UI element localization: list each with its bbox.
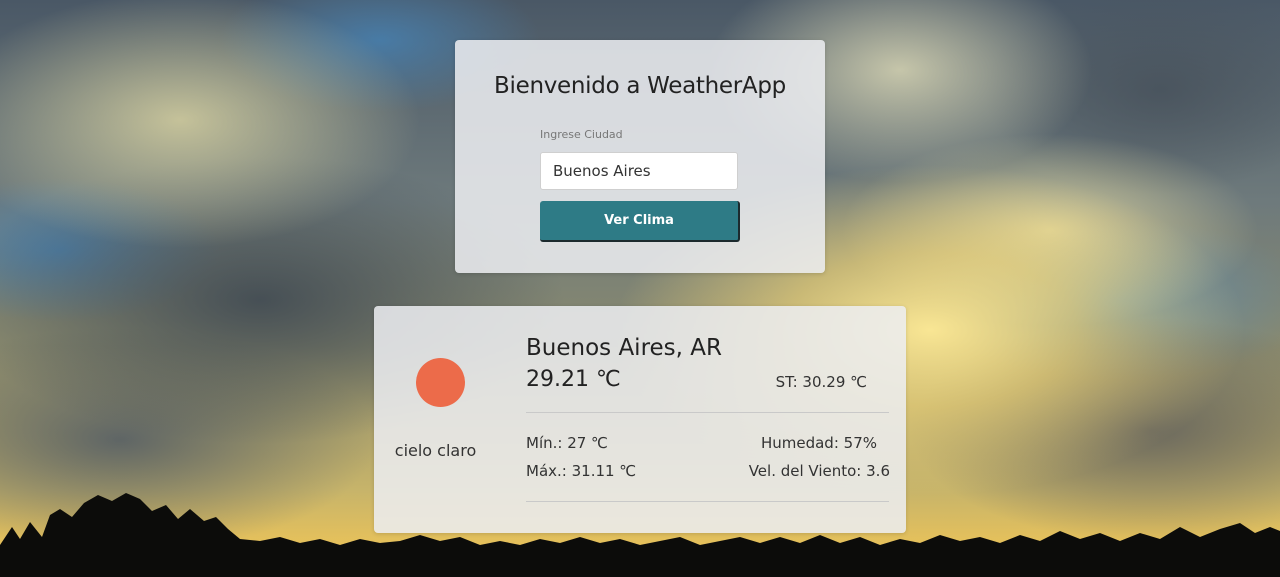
sun-icon <box>416 358 465 407</box>
app-title: Bienvenido a WeatherApp <box>494 73 786 99</box>
view-weather-button[interactable]: Ver Clima <box>540 201 740 242</box>
max-temperature: Máx.: 31.11 ℃ <box>526 462 637 480</box>
feels-like-temperature: ST: 30.29 ℃ <box>775 373 867 391</box>
wind-speed: Vel. del Viento: 3.6 <box>748 462 890 480</box>
weather-description: cielo claro <box>394 441 477 460</box>
current-temperature: 29.21 ℃ <box>526 367 621 392</box>
city-name: Buenos Aires, AR <box>526 335 722 361</box>
weather-card: cielo claro Buenos Aires, AR 29.21 ℃ ST:… <box>374 306 906 533</box>
city-input[interactable] <box>540 152 738 190</box>
humidity: Humedad: 57% <box>760 434 877 452</box>
divider <box>526 501 889 502</box>
city-input-label: Ingrese Ciudad <box>540 128 623 141</box>
search-card: Bienvenido a WeatherApp Ingrese Ciudad V… <box>455 40 825 273</box>
divider <box>526 412 889 413</box>
min-temperature: Mín.: 27 ℃ <box>526 434 608 452</box>
